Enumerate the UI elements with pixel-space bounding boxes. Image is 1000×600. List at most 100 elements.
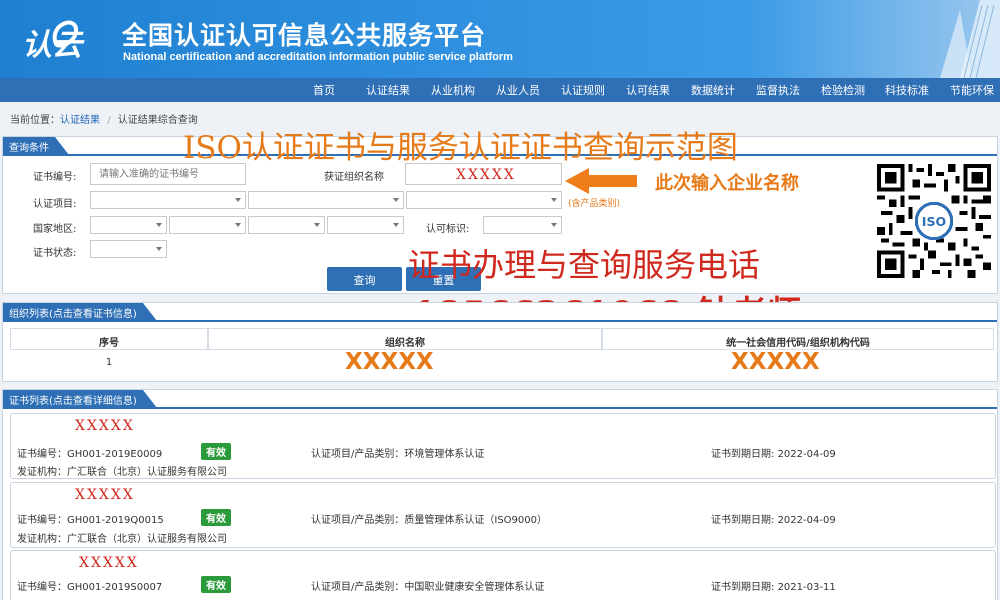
cert-issuer: 发证机构：广汇联合（北京）认证服务有限公司: [17, 530, 227, 545]
accred-select[interactable]: [483, 216, 562, 234]
cert-expiry-value: 2021-03-11: [777, 582, 836, 593]
chevron-down-icon: [393, 223, 399, 227]
chevron-down-icon: [235, 198, 241, 202]
breadcrumb-separator: /: [107, 115, 111, 126]
cert-no: 证书编号：GH001-2019E0009: [17, 445, 162, 460]
logo-text: 认云: [22, 28, 82, 63]
cert-org-name: XXXXX: [75, 487, 135, 503]
cert-no-label: 证书编号：: [17, 582, 67, 593]
cert-no: 证书编号：GH001-2019S0007: [17, 578, 162, 593]
chevron-down-icon: [235, 223, 241, 227]
cert-project-value: 环境管理体系认证: [404, 449, 485, 460]
project-subselect-2[interactable]: [406, 191, 562, 209]
nav-personnel[interactable]: 从业人员: [496, 82, 540, 98]
chevron-down-icon: [393, 198, 399, 202]
row-index: 1: [105, 357, 113, 368]
cert-issuer-value: 广汇联合（北京）认证服务有限公司: [67, 467, 227, 478]
cert-project-value: 中国职业健康安全管理体系认证: [404, 582, 545, 593]
nav-cert-rules[interactable]: 认证规则: [561, 82, 605, 98]
region-label: 国家地区:: [33, 224, 77, 235]
cert-card[interactable]: XXXXX 证书编号：GH001-2019E0009 有效 认证项目/产品类别：…: [10, 413, 996, 479]
cert-project-label: 认证项目/产品类别：: [311, 449, 405, 460]
nav-energy[interactable]: 节能环保: [950, 82, 994, 98]
qr-code-icon[interactable]: ISO: [877, 164, 991, 278]
nav-standards[interactable]: 科技标准: [885, 82, 929, 98]
col-header-org-name: 组织名称: [208, 328, 602, 350]
status-label: 证书状态:: [33, 248, 77, 259]
region-select-2[interactable]: [169, 216, 246, 234]
arrow-left-icon: [565, 168, 637, 194]
cert-expiry: 证书到期日期: 2022-04-09: [711, 511, 836, 526]
nav-statistics[interactable]: 数据统计: [691, 82, 735, 98]
cert-expiry-value: 2022-04-09: [777, 515, 836, 526]
cert-issuer-label: 发证机构：: [17, 467, 67, 478]
accred-label: 认可标识:: [426, 224, 470, 235]
cert-org-name: XXXXX: [75, 418, 135, 434]
row-org-name[interactable]: XXXXX: [345, 349, 434, 375]
region-select-4[interactable]: [327, 216, 404, 234]
nav-institutions[interactable]: 从业机构: [431, 82, 475, 98]
cert-card[interactable]: XXXXX 证书编号：GH001-2019S0007 有效 认证项目/产品类别：…: [10, 550, 996, 600]
chevron-down-icon: [156, 247, 162, 251]
cert-card[interactable]: XXXXX 证书编号：GH001-2019Q0015 有效 认证项目/产品类别：…: [10, 482, 996, 548]
org-list-divider: [3, 320, 997, 322]
chevron-down-icon: [551, 223, 557, 227]
region-select-1[interactable]: [90, 216, 167, 234]
status-select[interactable]: [90, 240, 167, 258]
cert-project-label: 认证项目/产品类别：: [311, 515, 405, 526]
cert-expiry-label: 证书到期日期:: [711, 449, 778, 460]
arrow-note-overlay: 此次输入企业名称: [655, 173, 799, 194]
nav-supervision[interactable]: 监督执法: [756, 82, 800, 98]
site-subtitle: National certification and accreditation…: [123, 51, 513, 63]
cert-project: 认证项目/产品类别：中国职业健康安全管理体系认证: [311, 578, 544, 593]
cert-no-label: 证书编号:: [33, 172, 77, 183]
building-illustration-icon: [940, 0, 1000, 78]
cert-project: 认证项目/产品类别：环境管理体系认证: [311, 445, 484, 460]
region-select-3[interactable]: [248, 216, 325, 234]
cert-list-tab: 证书列表(点击查看详细信息): [3, 390, 157, 408]
cert-expiry: 证书到期日期: 2022-04-09: [711, 445, 836, 460]
cert-expiry: 证书到期日期: 2021-03-11: [711, 578, 836, 593]
svg-text:ISO: ISO: [922, 214, 947, 229]
cert-no-label: 证书编号：: [17, 515, 67, 526]
cert-no-value: GH001-2019E0009: [67, 449, 163, 460]
status-badge: 有效: [201, 509, 231, 526]
cert-expiry-label: 证书到期日期:: [711, 515, 778, 526]
project-label: 认证项目:: [33, 199, 77, 210]
site-header: 认云 全国认证认可信息公共服务平台 National certification…: [0, 0, 1000, 78]
chevron-down-icon: [156, 223, 162, 227]
chevron-down-icon: [551, 198, 557, 202]
status-badge: 有效: [201, 576, 231, 593]
cert-issuer-value: 广汇联合（北京）认证服务有限公司: [67, 534, 227, 545]
org-name-value: XXXXX: [456, 167, 516, 183]
nav-accred-results[interactable]: 认可结果: [626, 82, 670, 98]
cert-list-divider: [3, 407, 997, 409]
search-button[interactable]: 查询: [327, 267, 402, 291]
project-subselect-1[interactable]: [248, 191, 404, 209]
main-nav: 首页 认证结果 从业机构 从业人员 认证规则 认可结果 数据统计 监督执法 检验…: [0, 78, 1000, 102]
cert-expiry-value: 2022-04-09: [777, 449, 836, 460]
row-credit-code: XXXXX: [731, 349, 820, 375]
cert-no-label: 证书编号：: [17, 449, 67, 460]
query-panel-tab: 查询条件: [3, 137, 69, 155]
nav-home[interactable]: 首页: [313, 82, 335, 98]
chevron-down-icon: [314, 223, 320, 227]
col-header-credit-code: 统一社会信用代码/组织机构代码: [602, 328, 994, 350]
cert-project-label: 认证项目/产品类别：: [311, 582, 405, 593]
cert-project: 认证项目/产品类别：质量管理体系认证（ISO9000）: [311, 511, 547, 526]
breadcrumb-link[interactable]: 认证结果: [60, 115, 100, 126]
cert-no-value: GH001-2019Q0015: [67, 515, 164, 526]
cert-issuer: 发证机构：广汇联合（北京）认证服务有限公司: [17, 463, 227, 478]
cert-org-name: XXXXX: [79, 555, 139, 571]
nav-cert-results[interactable]: 认证结果: [366, 82, 410, 98]
project-select[interactable]: [90, 191, 246, 209]
cert-no: 证书编号：GH001-2019Q0015: [17, 511, 164, 526]
banner-title-overlay: ISO认证证书与服务认证证书查询示范图: [183, 130, 738, 166]
nav-inspection[interactable]: 检验检测: [821, 82, 865, 98]
product-hint: (含产品类别): [568, 199, 621, 209]
service-phone-title: 证书办理与查询服务电话: [408, 246, 761, 284]
org-list-tab: 组织列表(点击查看证书信息): [3, 303, 157, 321]
cert-issuer-label: 发证机构：: [17, 534, 67, 545]
breadcrumb: 当前位置：认证结果 / 认证结果综合查询: [10, 111, 198, 126]
site-title: 全国认证认可信息公共服务平台: [122, 21, 487, 50]
